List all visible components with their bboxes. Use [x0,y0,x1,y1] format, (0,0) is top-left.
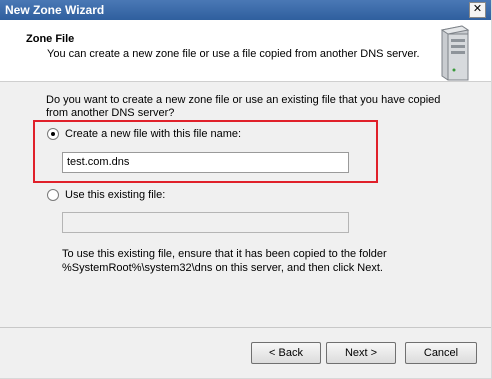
title-bar[interactable]: New Zone Wizard ✕ [0,0,491,20]
wizard-header: Zone File You can create a new zone file… [0,20,491,82]
radio-existing-file-label: Use this existing file: [65,189,166,201]
radio-new-file-button[interactable] [47,128,59,140]
back-button[interactable]: < Back [251,342,321,364]
radio-new-file-label: Create a new file with this file name: [65,128,242,140]
existing-file-input[interactable] [62,212,349,233]
radio-existing-file-button[interactable] [47,189,59,201]
new-file-name-input[interactable]: test.com.dns [62,152,349,173]
question-text: Do you want to create a new zone file or… [46,94,441,119]
wizard-window: New Zone Wizard ✕ Zone File You can crea… [0,0,492,379]
close-icon: ✕ [472,3,483,15]
page-title: Zone File [26,33,75,45]
cancel-button[interactable]: Cancel [405,342,477,364]
info-text: To use this existing file, ensure that i… [62,248,387,274]
page-subtitle: You can create a new zone file or use a … [47,48,420,60]
server-icon [440,25,470,81]
radio-new-file[interactable]: Create a new file with this file name: [47,128,241,140]
next-button[interactable]: Next > [326,342,396,364]
window-title: New Zone Wizard [5,3,105,17]
footer-divider [0,327,491,328]
radio-existing-file[interactable]: Use this existing file: [47,189,165,201]
close-button[interactable]: ✕ [469,2,486,18]
